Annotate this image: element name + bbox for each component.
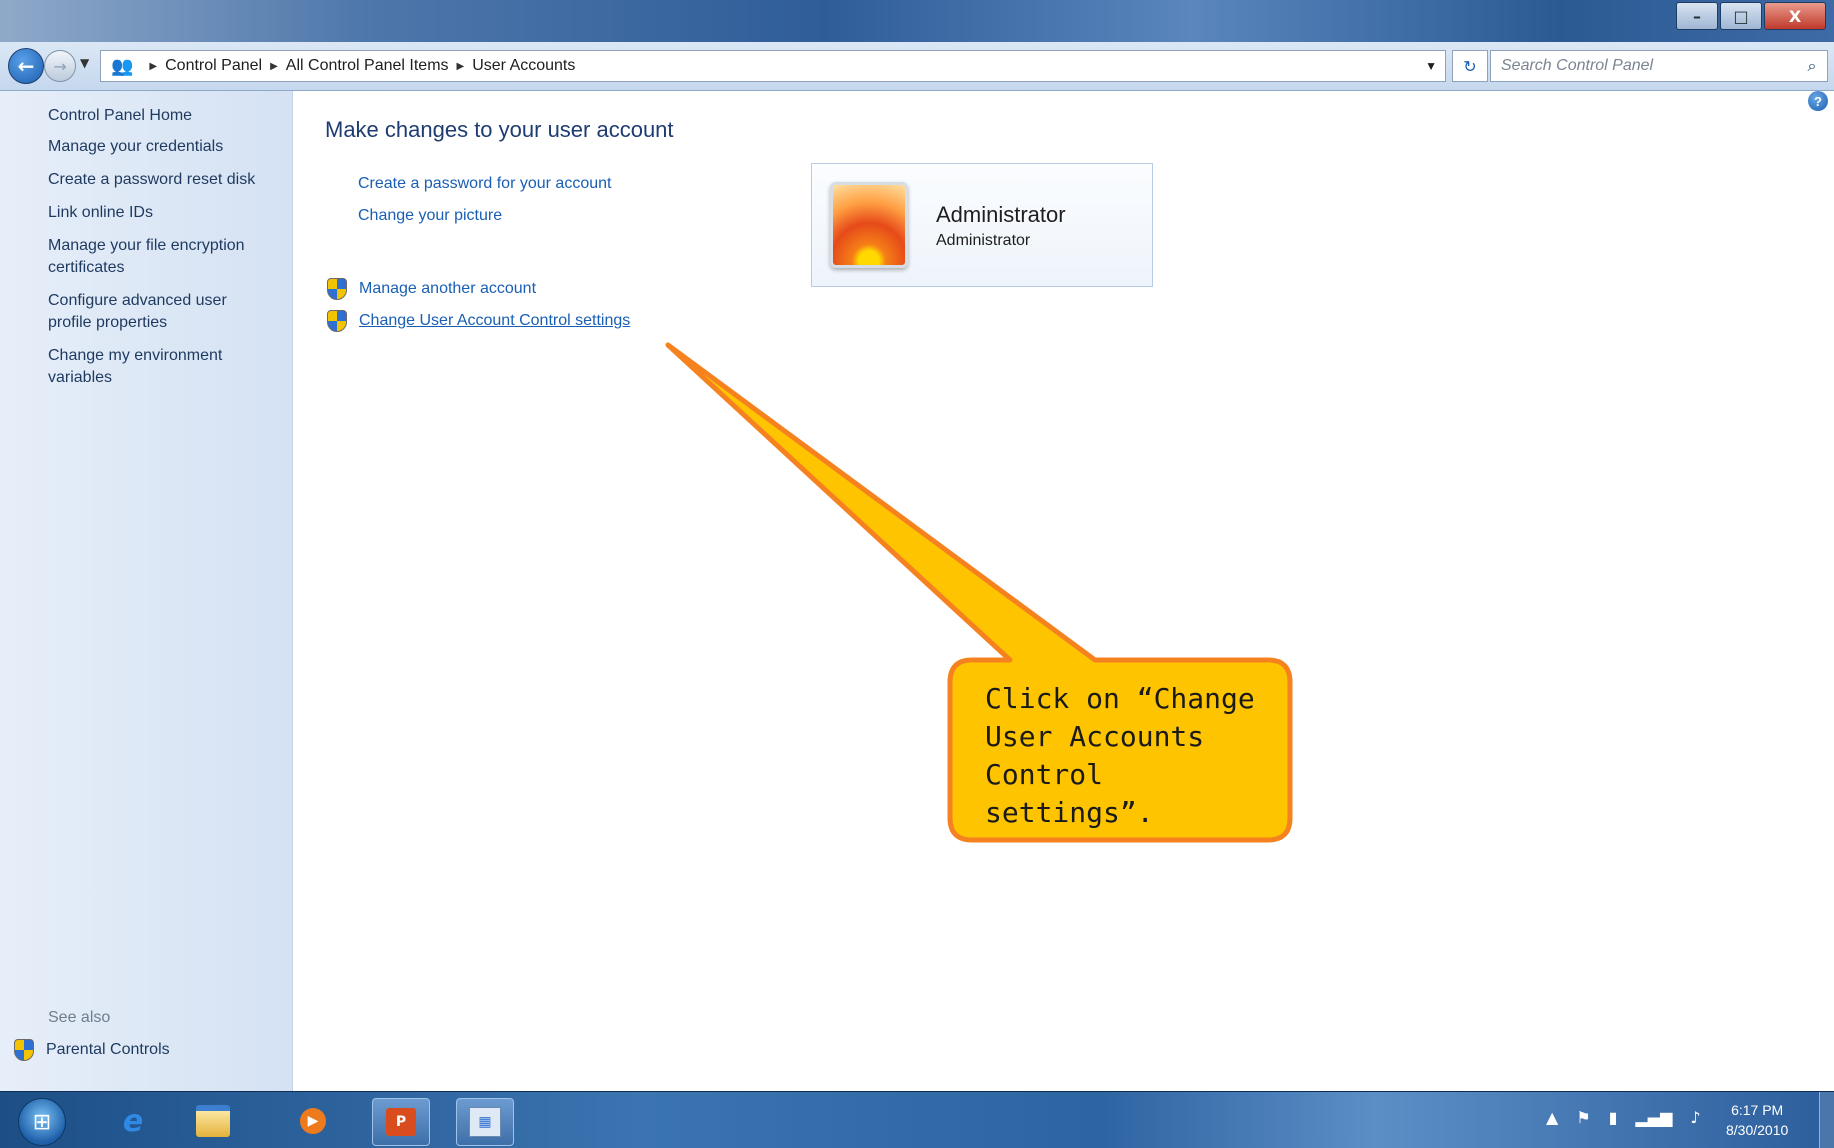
clock[interactable]: 6:17 PM 8/30/2010 xyxy=(1726,1100,1788,1140)
maximize-button[interactable]: □ xyxy=(1720,2,1762,30)
taskbar: ⊞ e ▶ P ▦ ▲ ⚑ ▮ ▂▄▆ ♪ 6:17 PM 8/30/2010 xyxy=(0,1091,1834,1148)
change-picture-link[interactable]: Change your picture xyxy=(358,207,502,225)
sidebar-password-reset-disk[interactable]: Create a password reset disk xyxy=(48,169,288,191)
windows-start-icon: ⊞ xyxy=(32,1109,52,1135)
show-hidden-icons[interactable]: ▲ xyxy=(1546,1108,1558,1127)
address-toolbar: ← → ▼ 👥 ▶ Control Panel ▶ All Control Pa… xyxy=(0,42,1834,91)
search-icon[interactable]: ⌕ xyxy=(1797,56,1827,76)
volume-icon[interactable]: ♪ xyxy=(1690,1108,1700,1127)
back-arrow-icon: ← xyxy=(17,54,35,78)
create-password-link[interactable]: Create a password for your account xyxy=(358,175,611,193)
address-dropdown[interactable]: ▼ xyxy=(1425,59,1437,73)
crumb-separator[interactable]: ▶ xyxy=(457,61,465,72)
see-also-heading: See also xyxy=(48,1009,111,1026)
minimize-button[interactable]: – xyxy=(1676,2,1718,30)
sidebar-link-online-ids[interactable]: Link online IDs xyxy=(48,202,288,224)
powerpoint-icon[interactable]: P xyxy=(372,1098,430,1146)
start-button[interactable]: ⊞ xyxy=(18,1098,66,1146)
sidebar: Control Panel Home Manage your credentia… xyxy=(0,91,293,1091)
main-content: ? Make changes to your user account Crea… xyxy=(293,91,1834,1091)
sidebar-environment-variables[interactable]: Change my environment variables xyxy=(48,345,248,389)
show-desktop-button[interactable] xyxy=(1819,1092,1834,1148)
manage-another-account-label: Manage another account xyxy=(359,280,537,297)
shield-icon xyxy=(14,1039,34,1061)
breadcrumb-all-items[interactable]: All Control Panel Items xyxy=(286,57,449,75)
media-player-icon[interactable]: ▶ xyxy=(290,1098,336,1144)
sidebar-control-panel-home[interactable]: Control Panel Home xyxy=(48,105,288,127)
control-panel-icon[interactable]: ▦ xyxy=(456,1098,514,1146)
crumb-separator[interactable]: ▶ xyxy=(149,61,157,72)
breadcrumb-control-panel[interactable]: Control Panel xyxy=(165,57,262,75)
explorer-folder-icon[interactable] xyxy=(190,1098,236,1144)
shield-icon xyxy=(327,278,347,300)
avatar xyxy=(830,182,908,268)
crumb-separator[interactable]: ▶ xyxy=(270,61,278,72)
user-accounts-icon: 👥 xyxy=(111,55,134,76)
sidebar-advanced-profile-properties[interactable]: Configure advanced user profile properti… xyxy=(48,290,248,334)
change-uac-settings-link[interactable]: Change User Account Control settings xyxy=(327,310,630,332)
close-button[interactable]: X xyxy=(1764,2,1826,30)
account-role: Administrator xyxy=(936,232,1031,249)
manage-another-account-link[interactable]: Manage another account xyxy=(327,278,536,300)
forward-arrow-icon: → xyxy=(53,56,67,76)
search-input[interactable] xyxy=(1491,53,1797,79)
parental-controls-label: Parental Controls xyxy=(46,1041,170,1058)
system-tray: ▲ ⚑ ▮ ▂▄▆ ♪ xyxy=(1546,1108,1719,1127)
change-uac-settings-label: Change User Account Control settings xyxy=(359,312,631,329)
recent-pages-dropdown[interactable]: ▼ xyxy=(80,56,89,70)
internet-explorer-icon[interactable]: e xyxy=(110,1098,156,1144)
page-title: Make changes to your user account xyxy=(325,117,674,142)
refresh-icon: ↻ xyxy=(1463,56,1477,76)
refresh-button[interactable]: ↻ xyxy=(1452,50,1488,82)
network-icon[interactable]: ▮ xyxy=(1609,1108,1618,1127)
address-bar[interactable]: 👥 ▶ Control Panel ▶ All Control Panel It… xyxy=(100,50,1446,82)
account-name: Administrator xyxy=(936,202,1066,227)
parental-controls-link[interactable]: Parental Controls xyxy=(14,1039,170,1061)
signal-icon[interactable]: ▂▄▆ xyxy=(1635,1108,1672,1127)
help-icon[interactable]: ? xyxy=(1808,91,1828,111)
sidebar-file-encryption-certificates[interactable]: Manage your file encryption certificates xyxy=(48,235,278,279)
account-card: Administrator Administrator xyxy=(811,163,1153,287)
search-box[interactable]: ⌕ xyxy=(1490,50,1828,82)
breadcrumb-user-accounts[interactable]: User Accounts xyxy=(472,57,575,75)
flag-icon[interactable]: ⚑ xyxy=(1576,1108,1590,1127)
title-bar: – □ X xyxy=(0,0,1834,42)
back-button[interactable]: ← xyxy=(8,48,44,84)
shield-icon xyxy=(327,310,347,332)
clock-time: 6:17 PM xyxy=(1731,1102,1784,1118)
forward-button[interactable]: → xyxy=(44,50,76,82)
sidebar-manage-credentials[interactable]: Manage your credentials xyxy=(48,136,288,158)
clock-date: 8/30/2010 xyxy=(1726,1122,1789,1138)
window-controls: – □ X xyxy=(1674,2,1826,30)
callout-text: Click on “Change User Accounts Control s… xyxy=(985,682,1255,829)
